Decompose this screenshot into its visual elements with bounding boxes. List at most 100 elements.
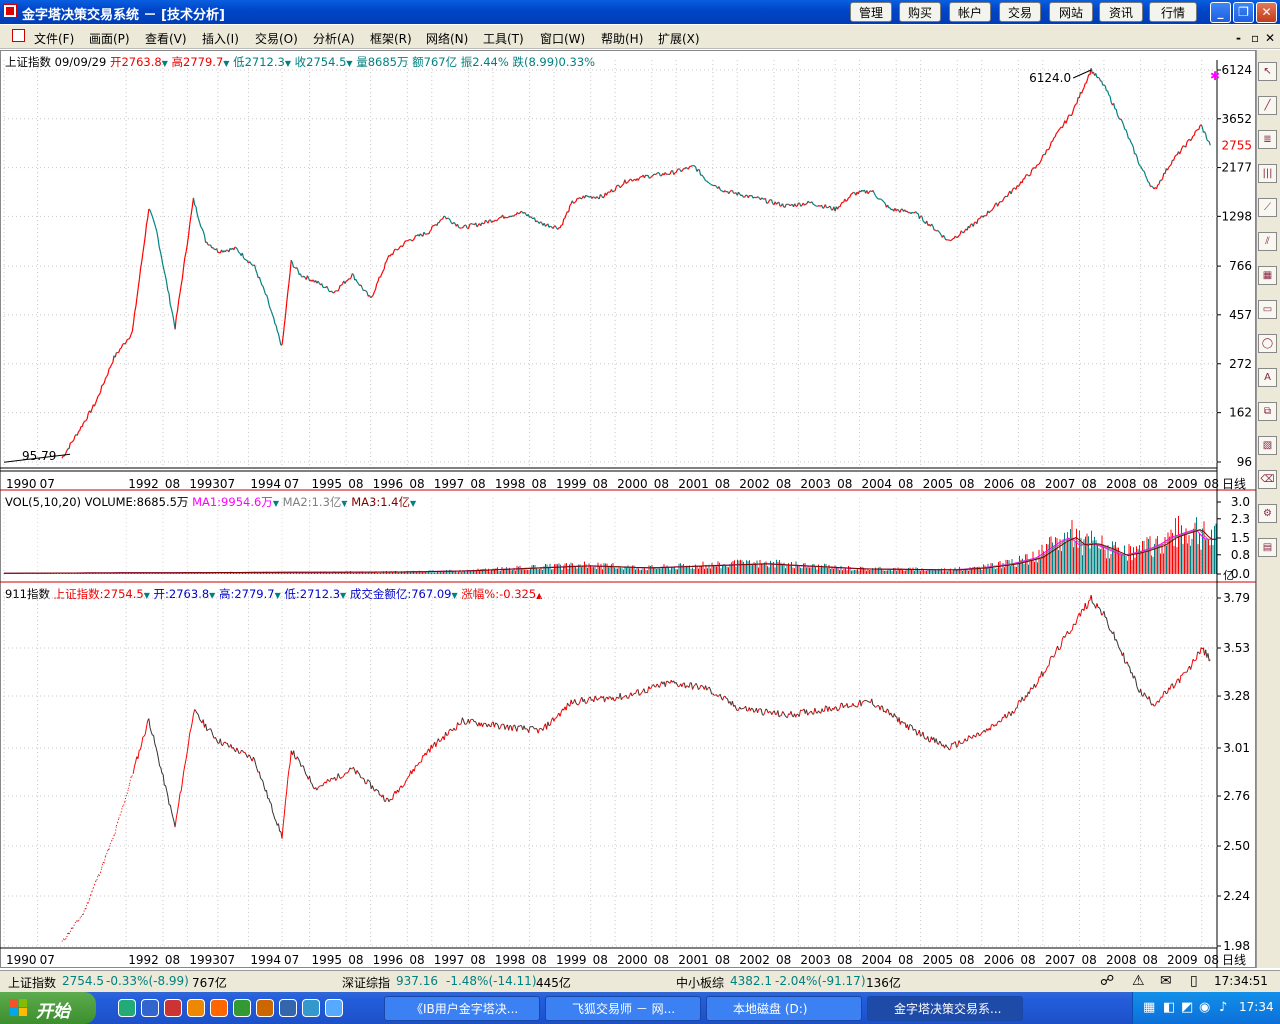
app-icon-b[interactable] <box>302 999 320 1017</box>
x-tick-label-main: 08 <box>898 477 913 491</box>
indicator-mark <box>304 770 307 775</box>
media-icon[interactable] <box>141 999 159 1017</box>
indicator-mark <box>270 803 273 812</box>
line-tool-icon[interactable]: ╱ <box>1258 96 1277 115</box>
indicator-mark <box>773 710 776 715</box>
x-tick-label-main: 1998 <box>495 477 526 491</box>
tray-icon-2[interactable]: ◧ <box>1163 1000 1175 1015</box>
price-candle <box>1109 96 1112 103</box>
indicator-mark <box>156 752 159 759</box>
alert-icon[interactable]: ⚠ <box>1132 973 1145 989</box>
tray-volume-icon[interactable]: ♪ <box>1219 1000 1227 1015</box>
menu-insert[interactable]: 插入(I) <box>202 30 239 47</box>
menu-help[interactable]: 帮助(H) <box>601 30 643 47</box>
browser-icon[interactable] <box>164 999 182 1017</box>
firefox-icon[interactable] <box>210 999 228 1017</box>
price-candle <box>800 204 803 207</box>
nav-news-button[interactable]: 资讯 <box>1099 2 1143 22</box>
nav-buy-button[interactable]: 购买 <box>899 2 941 22</box>
x-tick-label-indicator: 1995 <box>312 953 343 967</box>
text-list-tool-icon[interactable]: ≣ <box>1258 130 1277 149</box>
eraser-tool-icon[interactable]: ⌫ <box>1258 470 1277 489</box>
mdi-restore-button[interactable]: ▫ <box>1251 31 1259 45</box>
nav-account-button[interactable]: 帐户 <box>949 2 991 22</box>
indicator-mark <box>979 734 981 737</box>
start-button[interactable]: 开始 <box>0 992 96 1024</box>
indicator-mark <box>286 779 289 792</box>
price-candle <box>279 339 282 346</box>
price-candle <box>993 203 996 208</box>
nav-trade-button[interactable]: 交易 <box>999 2 1041 22</box>
mdi-close-button[interactable]: ✕ <box>1265 31 1275 45</box>
app-icon-a[interactable] <box>279 999 297 1017</box>
price-candle <box>867 191 870 195</box>
price-candle <box>371 294 374 298</box>
task-ib-pyramid[interactable]: 《IB用户金字塔决... <box>384 996 540 1021</box>
price-candle <box>873 192 876 196</box>
menu-file[interactable]: 文件(F) <box>34 30 74 47</box>
arrow-app-icon[interactable] <box>325 999 343 1017</box>
restore-button[interactable]: ❐ <box>1233 2 1254 23</box>
indicator-mark <box>254 759 257 765</box>
indicator-mark <box>607 696 610 700</box>
price-candle <box>564 214 567 219</box>
text-tool-icon[interactable]: A <box>1258 368 1277 387</box>
indicator-mark <box>429 744 432 753</box>
price-candle <box>161 257 164 266</box>
price-candle <box>249 261 252 264</box>
status-zx-name[interactable]: 中小板综 <box>676 974 724 991</box>
chart-app-icon[interactable] <box>233 999 251 1017</box>
copy-tool-icon[interactable]: ⧉ <box>1258 402 1277 421</box>
settings-tool-icon[interactable]: ⚙ <box>1258 504 1277 523</box>
price-candle <box>1103 84 1106 87</box>
menu-tools[interactable]: 工具(T) <box>483 30 524 47</box>
tray-icon-1[interactable]: ▦ <box>1143 1000 1155 1015</box>
grid-tool-icon[interactable]: ▦ <box>1258 266 1277 285</box>
mdi-minimize-button[interactable]: - <box>1236 31 1241 45</box>
indicator-mark <box>362 777 365 780</box>
status-sz-name[interactable]: 深证综指 <box>342 974 390 991</box>
indicator-mark <box>363 779 366 784</box>
price-candle <box>349 277 352 280</box>
pointer-tool-icon[interactable]: ↖ <box>1258 62 1277 81</box>
nav-quotes-button[interactable]: 行情 <box>1149 2 1197 22</box>
channel-tool-icon[interactable]: ⫽ <box>1258 232 1277 251</box>
menu-frame[interactable]: 框架(R) <box>370 30 412 47</box>
price-candle <box>491 220 494 224</box>
menu-trade[interactable]: 交易(O) <box>255 30 298 47</box>
menu-extend[interactable]: 扩展(X) <box>658 30 700 47</box>
color-tool-icon[interactable]: ▤ <box>1258 538 1277 557</box>
task-feihu[interactable]: 飞狐交易师 － 网... <box>545 996 701 1021</box>
price-candle <box>1183 145 1185 147</box>
price-candle <box>108 366 111 369</box>
network-icon[interactable]: ☍ <box>1100 973 1114 989</box>
menu-window[interactable]: 窗口(W) <box>540 30 585 47</box>
nav-website-button[interactable]: 网站 <box>1049 2 1093 22</box>
disabled-tool-icon[interactable]: ▧ <box>1258 436 1277 455</box>
stock-app-icon[interactable] <box>256 999 274 1017</box>
status-sh-name[interactable]: 上证指数 <box>8 974 56 991</box>
nav-manage-button[interactable]: 管理 <box>850 2 892 22</box>
close-button[interactable]: ✕ <box>1256 2 1277 23</box>
minimize-button[interactable]: _ <box>1210 2 1231 23</box>
messenger-icon[interactable] <box>187 999 205 1017</box>
disk-icon[interactable]: ▯ <box>1190 973 1198 989</box>
menu-view-screen[interactable]: 画面(P) <box>89 30 130 47</box>
task-pyramid-active[interactable]: 金字塔决策交易系... <box>867 996 1023 1021</box>
menu-network[interactable]: 网络(N) <box>426 30 468 47</box>
rectangle-tool-icon[interactable]: ▭ <box>1258 300 1277 319</box>
indicator-mark <box>739 706 742 710</box>
mail-icon[interactable]: ✉ <box>1160 973 1172 989</box>
menu-analysis[interactable]: 分析(A) <box>313 30 355 47</box>
indicator-mark <box>1191 659 1194 666</box>
fan-tool-icon[interactable]: ⟋ <box>1258 198 1277 217</box>
price-candle <box>1037 163 1040 166</box>
circle-tool-icon[interactable]: ◯ <box>1258 334 1277 353</box>
bar-tool-icon[interactable]: ||| <box>1258 164 1277 183</box>
ie-icon[interactable] <box>118 999 136 1017</box>
x-tick-label-main: 08 <box>654 477 669 491</box>
task-local-disk[interactable]: 本地磁盘 (D:) <box>706 996 862 1021</box>
tray-icon-4[interactable]: ◉ <box>1199 1000 1210 1015</box>
tray-icon-3[interactable]: ◩ <box>1181 1000 1193 1015</box>
menu-view[interactable]: 查看(V) <box>145 30 187 47</box>
